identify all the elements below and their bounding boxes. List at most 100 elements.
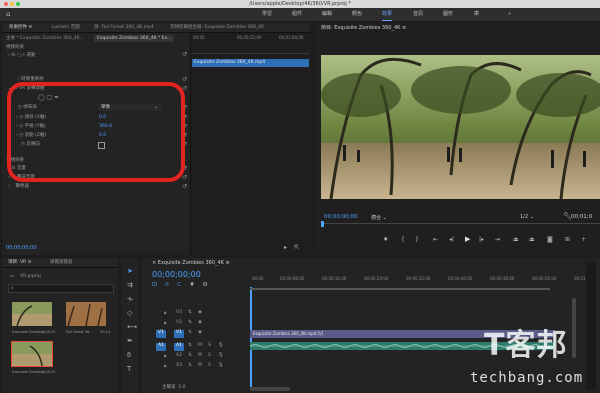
track-header-a1[interactable]: A1 A1 ⇅ M S 🎙︎: [156, 343, 248, 352]
mic-icon[interactable]: 🎙︎: [218, 353, 224, 358]
disclosure-icon[interactable]: ›: [8, 53, 10, 58]
tab-media-browser[interactable]: 媒體瀏覽器: [50, 259, 73, 267]
timeline-title[interactable]: × Exquisite Zombies 360_4K ≡: [152, 260, 230, 266]
fx-icon[interactable]: fx: [11, 53, 15, 58]
vr-video-icon[interactable]: ⊞: [565, 237, 570, 243]
track-header-a2[interactable]: 🔒︎ A2 ⇅ M S 🎙︎: [162, 353, 248, 362]
mark-out-icon[interactable]: }: [415, 237, 419, 243]
workspace-tab-audio[interactable]: 音訊: [413, 9, 423, 20]
play-only-audio-icon[interactable]: ▸: [284, 245, 287, 251]
hand-tool-icon[interactable]: ✋︎: [127, 352, 131, 359]
effect-timecode[interactable]: 00;00;00;00: [6, 245, 37, 251]
nest-icon[interactable]: ⊡: [152, 281, 157, 288]
program-playhead[interactable]: [321, 221, 324, 227]
go-to-in-icon[interactable]: ⇤: [433, 237, 438, 243]
timeline-ruler[interactable]: 00;00 00;00;08;00 00;00;16;00 00;00;24;0…: [250, 276, 600, 286]
thumbnail-3[interactable]: [11, 341, 53, 367]
lift-icon[interactable]: ⏏: [513, 237, 519, 243]
step-back-icon[interactable]: ◂|: [449, 237, 454, 243]
tab-project[interactable]: 項目: VR ≡: [8, 259, 31, 267]
play-icon[interactable]: ▶: [465, 236, 470, 243]
track-label[interactable]: A1: [174, 343, 184, 351]
step-forward-icon[interactable]: |▸: [479, 237, 484, 243]
master-value[interactable]: 0.0: [178, 385, 185, 390]
effect-mini-timeline[interactable]: 00;00 00;00;32;00 00;01;04;00 Exquisite …: [190, 33, 309, 255]
settings-icon[interactable]: ⚙: [202, 281, 207, 288]
mic-icon[interactable]: 🎙︎: [218, 343, 224, 348]
program-video-frame[interactable]: [321, 55, 600, 199]
sequence-clip-label[interactable]: Exquisite Zombies 360_4K * Ex...: [94, 35, 175, 42]
type-tool-icon[interactable]: T: [127, 366, 131, 373]
thumbnail-1[interactable]: [12, 302, 52, 326]
solo-button[interactable]: S: [208, 363, 211, 368]
project-search-input[interactable]: ⌕: [8, 284, 114, 293]
add-marker-icon[interactable]: ♦: [189, 281, 194, 288]
mute-button[interactable]: M: [198, 353, 202, 358]
sync-lock-icon[interactable]: ⇅: [188, 310, 192, 315]
lock-icon[interactable]: 🔒︎: [164, 320, 166, 326]
razor-tool-icon[interactable]: ◇: [127, 310, 132, 317]
track-header-v2[interactable]: 🔒︎ V2 ⇅ ◉: [162, 320, 248, 329]
reset-icon[interactable]: ↺: [182, 52, 188, 58]
add-marker-icon[interactable]: ♦: [383, 237, 388, 243]
resolution-dropdown[interactable]: 1/2 ⌄: [520, 214, 534, 220]
source-patch-v1[interactable]: V1: [156, 330, 166, 338]
eye-icon[interactable]: ◉: [198, 310, 202, 315]
close-icon[interactable]: ×: [152, 260, 156, 266]
mute-button[interactable]: M: [198, 363, 202, 368]
source-patch-a1[interactable]: A1: [156, 343, 166, 351]
tab-effect-controls[interactable]: 效果控件 ≡: [9, 24, 32, 32]
workspace-overflow-button[interactable]: »: [508, 9, 511, 20]
track-header-v3[interactable]: 🔒︎ V3 ⇅ ◉: [162, 310, 248, 319]
mark-in-icon[interactable]: {: [401, 237, 405, 243]
track-select-tool-icon[interactable]: ⇉: [127, 282, 133, 289]
solo-button[interactable]: S: [208, 353, 211, 358]
tab-lumetri-scopes[interactable]: Lumetri 范圍: [52, 24, 80, 32]
eye-icon[interactable]: ◉: [198, 320, 202, 325]
thumbnail-2[interactable]: [66, 302, 106, 326]
timeline-horizontal-scrollbar[interactable]: [250, 387, 290, 391]
timeline-timecode[interactable]: 00;00;00;00: [152, 270, 201, 279]
linked-selection-icon[interactable]: ⊂: [177, 281, 182, 288]
sync-lock-icon[interactable]: ⇅: [188, 363, 192, 368]
slip-tool-icon[interactable]: ⟷: [127, 324, 137, 331]
sync-lock-icon[interactable]: ⇅: [188, 353, 192, 358]
ripple-edit-tool-icon[interactable]: ⟛: [127, 296, 133, 303]
timeline-vertical-scrollbar[interactable]: [572, 298, 576, 358]
workspace-tab-libraries[interactable]: 庫: [474, 9, 479, 20]
program-title[interactable]: 節目: Exquisite Zombies 360_4K ≡: [321, 24, 406, 32]
workspace-tab-color[interactable]: 顏色: [352, 9, 362, 20]
tab-audio-clip-mixer[interactable]: 音頻剪輯混合器: Exquisite Zombies 360_4K: [170, 24, 264, 32]
workspace-tab-editing[interactable]: 編輯: [322, 9, 332, 20]
program-timecode[interactable]: 00;00;00;00: [324, 214, 358, 220]
extract-icon[interactable]: ⏏: [529, 237, 535, 243]
add-button-icon[interactable]: +: [581, 237, 586, 243]
motion-effect-row[interactable]: › fx ▢↗ 運動: [8, 52, 35, 59]
lock-icon[interactable]: 🔒︎: [164, 310, 166, 316]
selection-tool-icon[interactable]: ➤: [127, 268, 133, 275]
work-area-bar[interactable]: [250, 288, 550, 290]
program-scrub-bar[interactable]: [321, 221, 600, 227]
export-frame-icon[interactable]: ◙: [547, 237, 553, 243]
track-header-v1[interactable]: V1 V1 ⇅ ◉: [156, 330, 248, 339]
mic-icon[interactable]: 🎙︎: [218, 363, 224, 368]
workspace-tab-learn[interactable]: 學習: [262, 9, 272, 20]
home-icon[interactable]: ⌂: [6, 11, 10, 18]
lock-icon[interactable]: 🔒︎: [164, 363, 166, 369]
go-to-out-icon[interactable]: ⇥: [495, 237, 500, 243]
sync-lock-icon[interactable]: ⇅: [188, 343, 192, 348]
export-frame-icon[interactable]: ⇱: [294, 245, 299, 251]
workspace-tab-effects[interactable]: 效果: [382, 9, 393, 21]
solo-button[interactable]: S: [208, 343, 211, 348]
fit-dropdown[interactable]: 適合 ⌄: [371, 214, 387, 221]
workspace-tab-graphics[interactable]: 圖形: [443, 9, 453, 20]
track-header-a3[interactable]: 🔒︎ A3 ⇅ M S 🎙︎: [162, 363, 248, 372]
snap-icon[interactable]: ∩: [165, 281, 169, 288]
tab-source[interactable]: 源: Fall Forest 360_4K.mp4: [94, 24, 154, 32]
master-clip-label[interactable]: 主要 * Exquisite Zombies 360_4K...: [6, 35, 84, 42]
mute-button[interactable]: M: [198, 343, 202, 348]
sync-lock-icon[interactable]: ⇅: [188, 330, 192, 335]
track-label[interactable]: V1: [174, 330, 184, 338]
pen-tool-icon[interactable]: ✒: [127, 338, 133, 345]
workspace-tab-assembly[interactable]: 組件: [292, 9, 302, 20]
